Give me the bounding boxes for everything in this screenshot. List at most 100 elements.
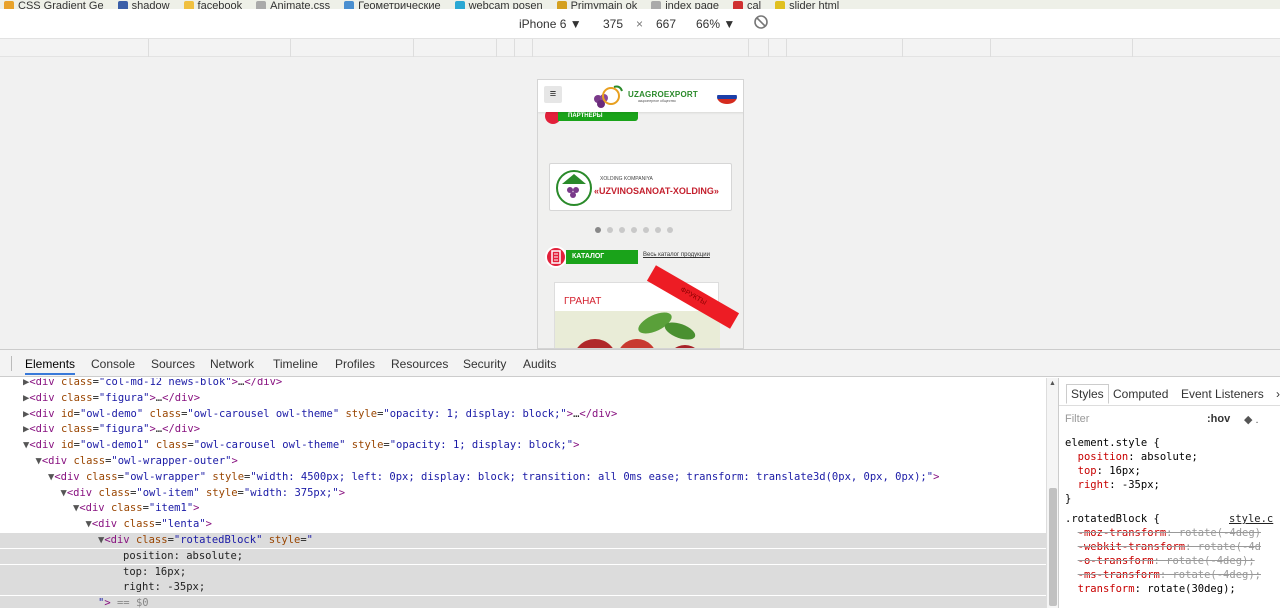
ruler-segment[interactable]	[786, 39, 787, 57]
full-catalog-link[interactable]: Весь каталог продукции	[643, 252, 710, 258]
bookmark-item[interactable]: Primymain ok	[556, 0, 637, 9]
bookmark-icon	[733, 1, 744, 9]
carousel-dots[interactable]	[595, 220, 679, 233]
carousel-dot[interactable]	[631, 227, 637, 233]
devtools-tab-console[interactable]: Console	[91, 357, 135, 371]
ruler-segment[interactable]	[532, 39, 533, 57]
hover-state-toggle[interactable]: :hov	[1207, 413, 1230, 425]
bookmark-label: Animate.css	[270, 0, 331, 9]
bookmark-label: slider html	[789, 0, 840, 9]
site-logo[interactable]: UZAGROEXPORT акционерное общество	[586, 83, 706, 110]
dom-node-line[interactable]: position: absolute;	[0, 548, 1046, 564]
bookmark-item[interactable]: Animate.css	[256, 0, 330, 9]
styles-tab-3[interactable]: Event Listeners	[1181, 387, 1264, 401]
dom-node-line[interactable]: right: -35px;	[0, 580, 1046, 596]
carousel-dot[interactable]	[643, 227, 649, 233]
styles-tab-2[interactable]: Computed	[1113, 387, 1168, 401]
bookmark-item[interactable]: index page	[651, 0, 719, 9]
bookmark-icon	[454, 1, 465, 9]
devtools-tab-audits[interactable]: Audits	[523, 357, 556, 371]
ruler-segment[interactable]	[290, 39, 291, 57]
style-declaration: -ms-transform: rotate(-4deg);	[1077, 569, 1261, 581]
dom-node-line[interactable]: top: 16px;	[0, 564, 1046, 580]
dom-node-line[interactable]: ▼<div id="owl-demo1" class="owl-carousel…	[0, 438, 1046, 453]
rule-selector: .rotatedBlock {style.c	[1065, 512, 1274, 526]
bookmark-icon	[183, 1, 194, 9]
media-query-ruler[interactable]	[0, 39, 1280, 57]
bookmark-icon	[117, 1, 128, 9]
dom-node-text: "> == $0	[98, 597, 149, 608]
ruler-segment[interactable]	[514, 39, 515, 57]
dom-node-line[interactable]: ▶<div class="figura">…</div>	[0, 391, 1046, 406]
styles-tabs: Styles Computed Event Listeners ›	[1059, 382, 1280, 406]
bookmark-label: facebook	[197, 0, 243, 9]
stylesheet-source-link[interactable]: style.c	[1229, 512, 1273, 526]
device-width-input[interactable]: 375	[603, 17, 623, 31]
bookmark-item[interactable]: webcam posen	[454, 0, 543, 9]
device-select[interactable]: iPhone 6 ▼	[519, 17, 582, 31]
carousel-dot[interactable]	[667, 227, 673, 233]
ruler-segment[interactable]	[148, 39, 149, 57]
bookmark-label: Геометрические	[358, 0, 441, 9]
styles-tab-4[interactable]: ›	[1276, 387, 1280, 401]
dom-node-line[interactable]: ▼<div class="lenta">	[0, 517, 1046, 532]
bookmarks-bar: CSS Gradient Ge shadow facebook Animate.css…	[0, 0, 1280, 9]
dom-node-line[interactable]: "> == $0	[0, 596, 1046, 608]
bookmark-icon	[775, 1, 786, 9]
device-height-input[interactable]: 667	[656, 17, 676, 31]
devtools-tab-sources[interactable]: Sources	[151, 357, 195, 371]
element-classes-icon[interactable]: ◆ .	[1244, 413, 1259, 426]
carousel-dot[interactable]	[595, 227, 601, 233]
bookmark-label: shadow	[131, 0, 170, 9]
menu-icon[interactable]: ≡	[544, 86, 562, 103]
rule-close: }	[1065, 493, 1072, 505]
dom-node-line[interactable]: ▶<div id="owl-demo" class="owl-carousel …	[0, 407, 1046, 422]
dimension-separator: ×	[636, 17, 644, 31]
devtools-tab-resources[interactable]: Resources	[391, 357, 448, 371]
dom-node-line[interactable]: ▼<div class="owl-wrapper" style="width: …	[0, 470, 1046, 485]
bookmark-item[interactable]: shadow	[117, 0, 170, 9]
ruler-segment[interactable]	[768, 39, 769, 57]
dom-node-line[interactable]: ▼<div class="owl-item" style="width: 375…	[0, 486, 1046, 501]
devtools-tab-network[interactable]: Network	[210, 357, 254, 371]
dom-node-text: position: absolute;	[123, 549, 244, 562]
elements-scrollbar[interactable]: ▲	[1046, 378, 1058, 608]
styles-tab-1[interactable]: Styles	[1066, 384, 1109, 404]
devtools-tab-timeline[interactable]: Timeline	[273, 357, 318, 371]
ruler-segment[interactable]	[413, 39, 414, 57]
carousel-dot[interactable]	[619, 227, 625, 233]
ruler-segment[interactable]	[990, 39, 991, 57]
bookmark-item[interactable]: cal	[733, 0, 761, 9]
dom-node-text: <div class="lenta">	[91, 518, 212, 531]
ruler-segment[interactable]	[748, 39, 749, 57]
russian-flag-icon[interactable]	[717, 90, 737, 104]
carousel-dot[interactable]	[607, 227, 613, 233]
partner-card[interactable]: XOLDING KOMPANIYA «UZVINOSANOAT-XOLDING»	[549, 163, 732, 211]
elements-tree[interactable]: ▶<div class="col-md-12 news-blok">…</div…	[0, 378, 1046, 608]
devtools-tab-profiles[interactable]: Profiles	[335, 357, 375, 371]
ruler-segment[interactable]	[1132, 39, 1133, 57]
ruler-segment[interactable]	[902, 39, 903, 57]
zoom-select[interactable]: 66% ▼	[696, 17, 735, 31]
dom-node-line[interactable]: ▶<div class="col-md-12 news-blok">…</div…	[0, 378, 1046, 390]
scrollbar-thumb[interactable]	[1049, 488, 1057, 606]
bookmark-item[interactable]: slider html	[775, 0, 839, 9]
devtools-tab-elements[interactable]: Elements	[25, 357, 76, 375]
ruler-segment[interactable]	[496, 39, 497, 57]
dom-node-line[interactable]: ▶<div class="figura">…</div>	[0, 422, 1046, 437]
bookmark-item[interactable]: CSS Gradient Ge	[4, 0, 104, 9]
scroll-up-icon[interactable]: ▲	[1049, 380, 1056, 387]
style-declaration: -webkit-transform: rotate(-4d	[1077, 541, 1261, 553]
devtools-tabs: Elements Console Sources Network Timeline Pro…	[0, 350, 1280, 377]
product-name: ГРАНАТ	[564, 296, 602, 307]
styles-filter-input[interactable]: Filter	[1065, 413, 1089, 425]
dom-node-line[interactable]: ▼<div class="owl-wrapper-outer">	[0, 454, 1046, 469]
dom-node-line[interactable]: ▼<div class="rotatedBlock" style="	[0, 533, 1046, 548]
bookmark-item[interactable]: facebook	[183, 0, 243, 9]
rotate-icon[interactable]	[753, 14, 769, 34]
devtools-tab-security[interactable]: Security	[463, 357, 506, 371]
carousel-dot[interactable]	[655, 227, 661, 233]
bookmark-item[interactable]: Геометрические	[344, 0, 441, 9]
styles-pane: Styles Computed Event Listeners › Filter :h…	[1058, 378, 1280, 608]
dom-node-line[interactable]: ▼<div class="item1">	[0, 501, 1046, 516]
